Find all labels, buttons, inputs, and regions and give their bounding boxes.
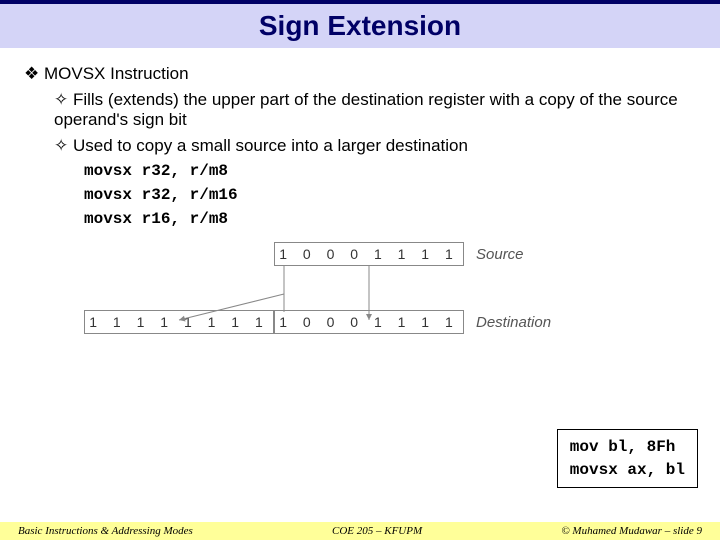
example-code-box: mov bl, 8Fh movsx ax, bl <box>557 429 698 488</box>
code-line-1: mov bl, 8Fh <box>570 436 685 458</box>
bullet-fills: Fills (extends) the upper part of the de… <box>54 90 696 130</box>
code-line-2: movsx ax, bl <box>570 459 685 481</box>
source-label: Source <box>476 246 524 263</box>
source-row: 1 0 0 0 1 1 1 1 Source <box>84 242 636 266</box>
dest-lower-bits: 1 0 0 0 1 1 1 1 <box>274 310 464 334</box>
heading-movsx: MOVSX Instruction <box>24 64 696 84</box>
dest-upper-bits: 1 1 1 1 1 1 1 1 <box>84 310 274 334</box>
sign-extension-diagram: 1 0 0 0 1 1 1 1 Source 1 1 1 1 1 1 1 1 1… <box>84 242 636 334</box>
slide-title: Sign Extension <box>0 10 720 42</box>
slide-content: MOVSX Instruction Fills (extends) the up… <box>0 48 720 334</box>
footer-bar: Basic Instructions & Addressing Modes CO… <box>0 522 720 540</box>
footer-right: © Muhamed Mudawar – slide 9 <box>561 525 702 537</box>
source-bits: 1 0 0 0 1 1 1 1 <box>274 242 464 266</box>
syntax-line-1: movsx r32, r/m8 <box>84 162 696 180</box>
destination-label: Destination <box>476 314 551 331</box>
footer-left: Basic Instructions & Addressing Modes <box>18 525 193 537</box>
bullet-used: Used to copy a small source into a large… <box>54 136 696 156</box>
syntax-line-3: movsx r16, r/m8 <box>84 210 696 228</box>
source-upper-blank <box>84 242 274 266</box>
destination-row: 1 1 1 1 1 1 1 1 1 0 0 0 1 1 1 1 Destinat… <box>84 310 636 334</box>
title-bar: Sign Extension <box>0 0 720 48</box>
syntax-line-2: movsx r32, r/m16 <box>84 186 696 204</box>
footer-center: COE 205 – KFUPM <box>332 525 422 537</box>
